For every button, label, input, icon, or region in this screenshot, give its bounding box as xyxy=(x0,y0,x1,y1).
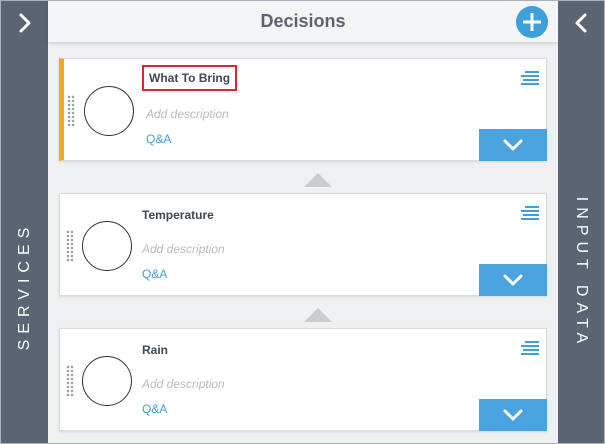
decision-title[interactable]: Temperature xyxy=(142,208,214,222)
decision-avatar xyxy=(82,221,132,271)
page-title: Decisions xyxy=(260,11,346,31)
description-field[interactable]: Add description xyxy=(146,107,229,121)
qa-link[interactable]: Q&A xyxy=(142,402,167,416)
chevron-right-icon[interactable] xyxy=(13,11,37,35)
expand-card-button[interactable] xyxy=(479,129,547,161)
drag-handle-icon[interactable] xyxy=(66,230,74,262)
drag-handle-icon[interactable] xyxy=(66,365,74,397)
decision-title[interactable]: Rain xyxy=(142,343,168,357)
description-field[interactable]: Add description xyxy=(142,377,225,391)
decision-card[interactable]: Rain Add description Q&A xyxy=(59,328,547,431)
triangle-up-icon xyxy=(304,308,332,322)
add-decision-button[interactable] xyxy=(516,6,548,38)
chevron-down-icon xyxy=(503,274,523,286)
chevron-down-icon xyxy=(503,409,523,421)
input-data-panel[interactable]: INPUT DATA xyxy=(558,1,604,443)
drag-handle-icon[interactable] xyxy=(67,95,75,127)
services-panel[interactable]: SERVICES xyxy=(1,1,48,443)
services-label: SERVICES xyxy=(15,221,33,351)
expand-card-button[interactable] xyxy=(479,399,547,431)
qa-link[interactable]: Q&A xyxy=(142,267,167,281)
chevron-left-icon[interactable] xyxy=(569,11,593,35)
decisions-header: Decisions xyxy=(48,1,558,43)
menu-lines-icon[interactable] xyxy=(521,206,539,222)
input-data-label: INPUT DATA xyxy=(573,196,590,350)
decision-title[interactable]: What To Bring xyxy=(142,65,238,91)
description-field[interactable]: Add description xyxy=(142,242,225,256)
decision-avatar xyxy=(82,356,132,406)
menu-lines-icon[interactable] xyxy=(521,71,539,87)
menu-lines-icon[interactable] xyxy=(521,341,539,357)
decision-card[interactable]: What To Bring Add description Q&A xyxy=(59,58,547,161)
decision-avatar xyxy=(84,86,134,136)
decisions-main: Decisions What To Bring Add description … xyxy=(48,1,558,443)
chevron-down-icon xyxy=(503,139,523,151)
triangle-up-icon xyxy=(304,173,332,187)
decision-card[interactable]: Temperature Add description Q&A xyxy=(59,193,547,296)
expand-card-button[interactable] xyxy=(479,264,547,296)
qa-link[interactable]: Q&A xyxy=(146,132,171,146)
